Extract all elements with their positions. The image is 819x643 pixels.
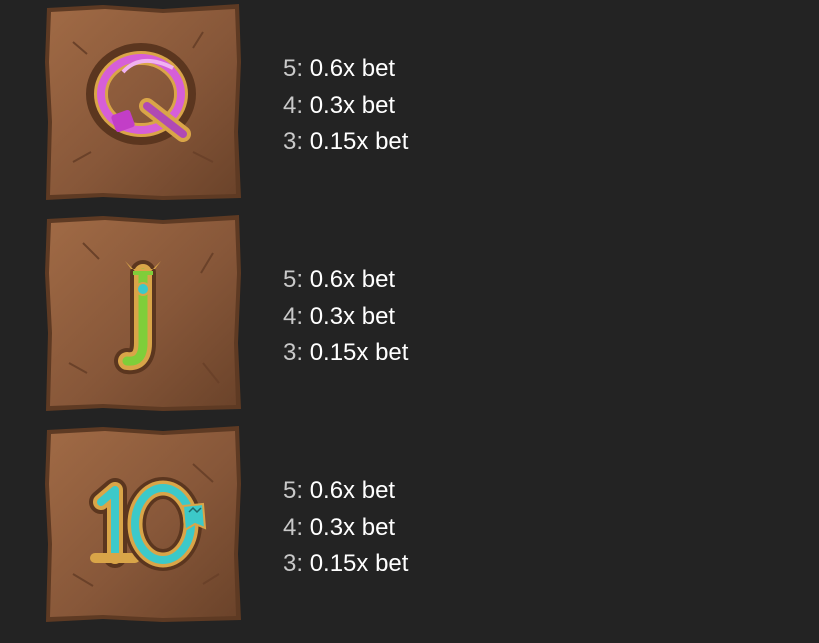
payout-value: 0.6x bet xyxy=(309,477,396,504)
payout-count: 4: xyxy=(283,513,304,541)
ten-symbol-icon xyxy=(43,424,243,624)
payout-line: 3: 0.15x bet xyxy=(283,124,408,161)
payout-line: 3: 0.15x bet xyxy=(283,546,408,583)
paytable-row-q: 5: 0.6x bet 4: 0.3x bet 3: 0.15x bet xyxy=(0,2,819,202)
payout-count: 4: xyxy=(283,91,304,119)
payout-line: 5: 0.6x bet xyxy=(283,473,408,510)
j-symbol-icon xyxy=(43,213,243,413)
paytable: 5: 0.6x bet 4: 0.3x bet 3: 0.15x bet 5: … xyxy=(0,0,819,643)
payout-value: 0.15x bet xyxy=(309,128,409,155)
payout-value: 0.15x bet xyxy=(309,339,409,366)
payout-list: 5: 0.6x bet 4: 0.3x bet 3: 0.15x bet xyxy=(283,51,408,161)
paytable-row-j: 5: 0.6x bet 4: 0.3x bet 3: 0.15x bet xyxy=(0,213,819,413)
payout-line: 5: 0.6x bet xyxy=(283,51,408,88)
payout-line: 4: 0.3x bet xyxy=(283,299,408,336)
payout-count: 3: xyxy=(283,128,304,155)
payout-value: 0.6x bet xyxy=(309,266,396,293)
payout-value: 0.3x bet xyxy=(309,513,396,541)
payout-value: 0.15x bet xyxy=(309,550,409,577)
payout-value: 0.3x bet xyxy=(309,302,396,330)
payout-value: 0.6x bet xyxy=(309,55,396,82)
payout-count: 5: xyxy=(283,266,304,293)
payout-count: 5: xyxy=(283,477,304,504)
payout-count: 3: xyxy=(283,339,304,366)
payout-count: 3: xyxy=(283,550,304,577)
payout-line: 4: 0.3x bet xyxy=(283,88,408,125)
q-symbol-icon xyxy=(43,2,243,202)
payout-line: 5: 0.6x bet xyxy=(283,262,408,299)
payout-count: 4: xyxy=(283,302,304,330)
payout-value: 0.3x bet xyxy=(309,91,396,119)
payout-line: 3: 0.15x bet xyxy=(283,335,408,372)
payout-list: 5: 0.6x bet 4: 0.3x bet 3: 0.15x bet xyxy=(283,473,408,583)
paytable-row-10: 5: 0.6x bet 4: 0.3x bet 3: 0.15x bet xyxy=(0,424,819,624)
payout-list: 5: 0.6x bet 4: 0.3x bet 3: 0.15x bet xyxy=(283,262,408,372)
payout-line: 4: 0.3x bet xyxy=(283,510,408,547)
payout-count: 5: xyxy=(283,55,304,82)
